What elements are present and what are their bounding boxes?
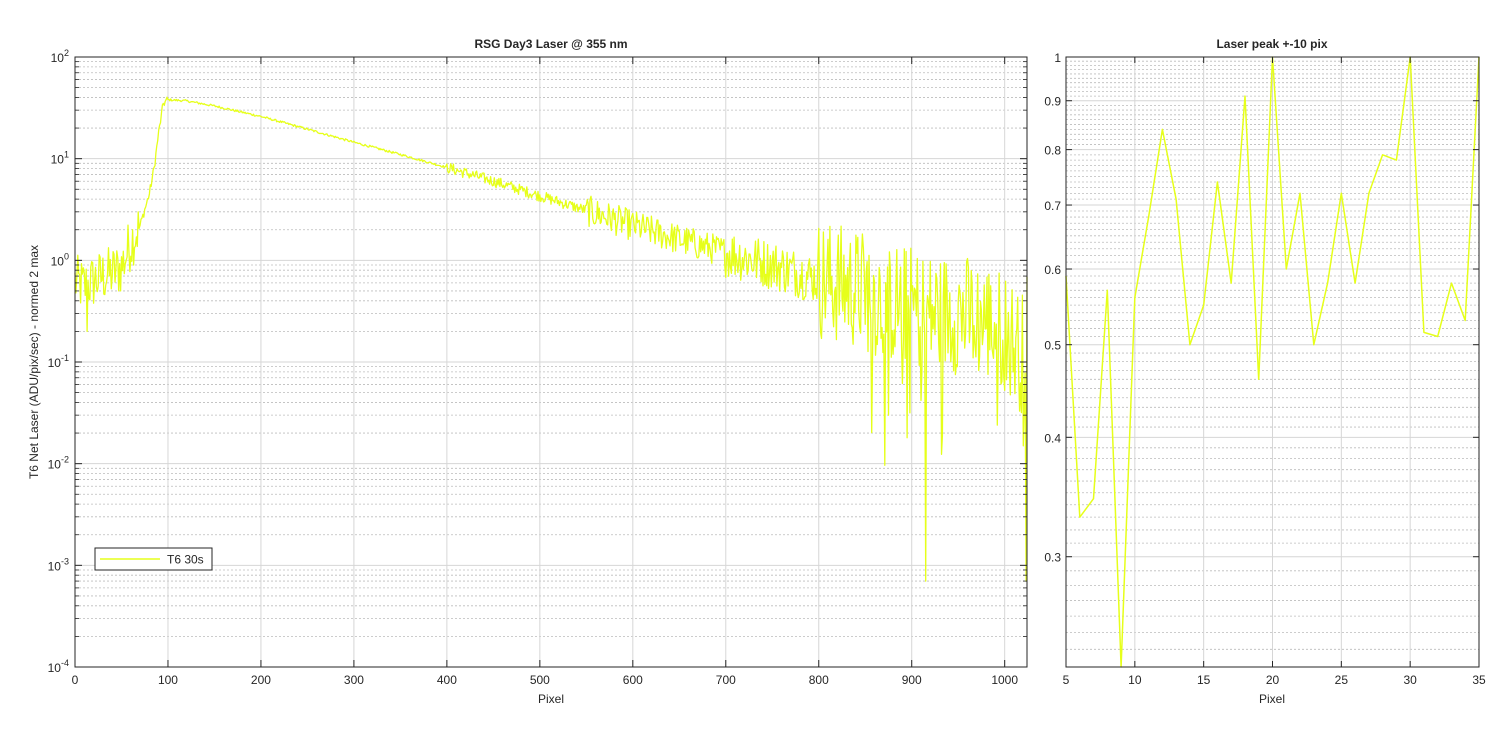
x-tick-label: 400 [437, 673, 457, 687]
x-tick-label: 900 [902, 673, 922, 687]
x-tick-label: 500 [530, 673, 550, 687]
y-tick-label: 0.3 [1044, 551, 1061, 565]
x-tick-label: 100 [158, 673, 178, 687]
main-y-axis-label: T6 Net Laser (ADU/pix/sec) - normed 2 ma… [27, 245, 41, 479]
x-tick-label: 5 [1063, 673, 1070, 687]
x-tick-label: 15 [1197, 673, 1211, 687]
x-tick-label: 1000 [991, 673, 1018, 687]
x-tick-label: 35 [1472, 673, 1486, 687]
figure-background [0, 0, 1500, 750]
x-tick-label: 25 [1335, 673, 1349, 687]
legend: T6 30s [94, 547, 213, 571]
y-tick-label: 0.4 [1044, 431, 1061, 445]
x-tick-label: 600 [623, 673, 643, 687]
legend-entry-label: T6 30s [167, 553, 204, 567]
main-chart-title: RSG Day3 Laser @ 355 nm [474, 37, 627, 51]
y-tick-label: 0.7 [1044, 199, 1061, 213]
x-tick-label: 0 [72, 673, 79, 687]
y-tick-label: 0.9 [1044, 95, 1061, 109]
y-tick-label: 0.5 [1044, 339, 1061, 353]
x-tick-label: 800 [809, 673, 829, 687]
x-tick-label: 200 [251, 673, 271, 687]
x-tick-label: 10 [1128, 673, 1142, 687]
x-tick-label: 300 [344, 673, 364, 687]
x-tick-label: 30 [1403, 673, 1417, 687]
peak-chart-title: Laser peak +-10 pix [1216, 37, 1327, 51]
y-tick-label: 0.6 [1044, 263, 1061, 277]
peak-x-axis-label: Pixel [1259, 692, 1285, 706]
x-tick-label: 700 [716, 673, 736, 687]
x-tick-label: 20 [1266, 673, 1280, 687]
main-x-axis-label: Pixel [538, 692, 564, 706]
figure: 10-410-310-210-11001011020 100 200 300 400 50… [0, 0, 1500, 750]
y-tick-label: 1 [1054, 51, 1061, 65]
y-tick-label: 0.8 [1044, 144, 1061, 158]
